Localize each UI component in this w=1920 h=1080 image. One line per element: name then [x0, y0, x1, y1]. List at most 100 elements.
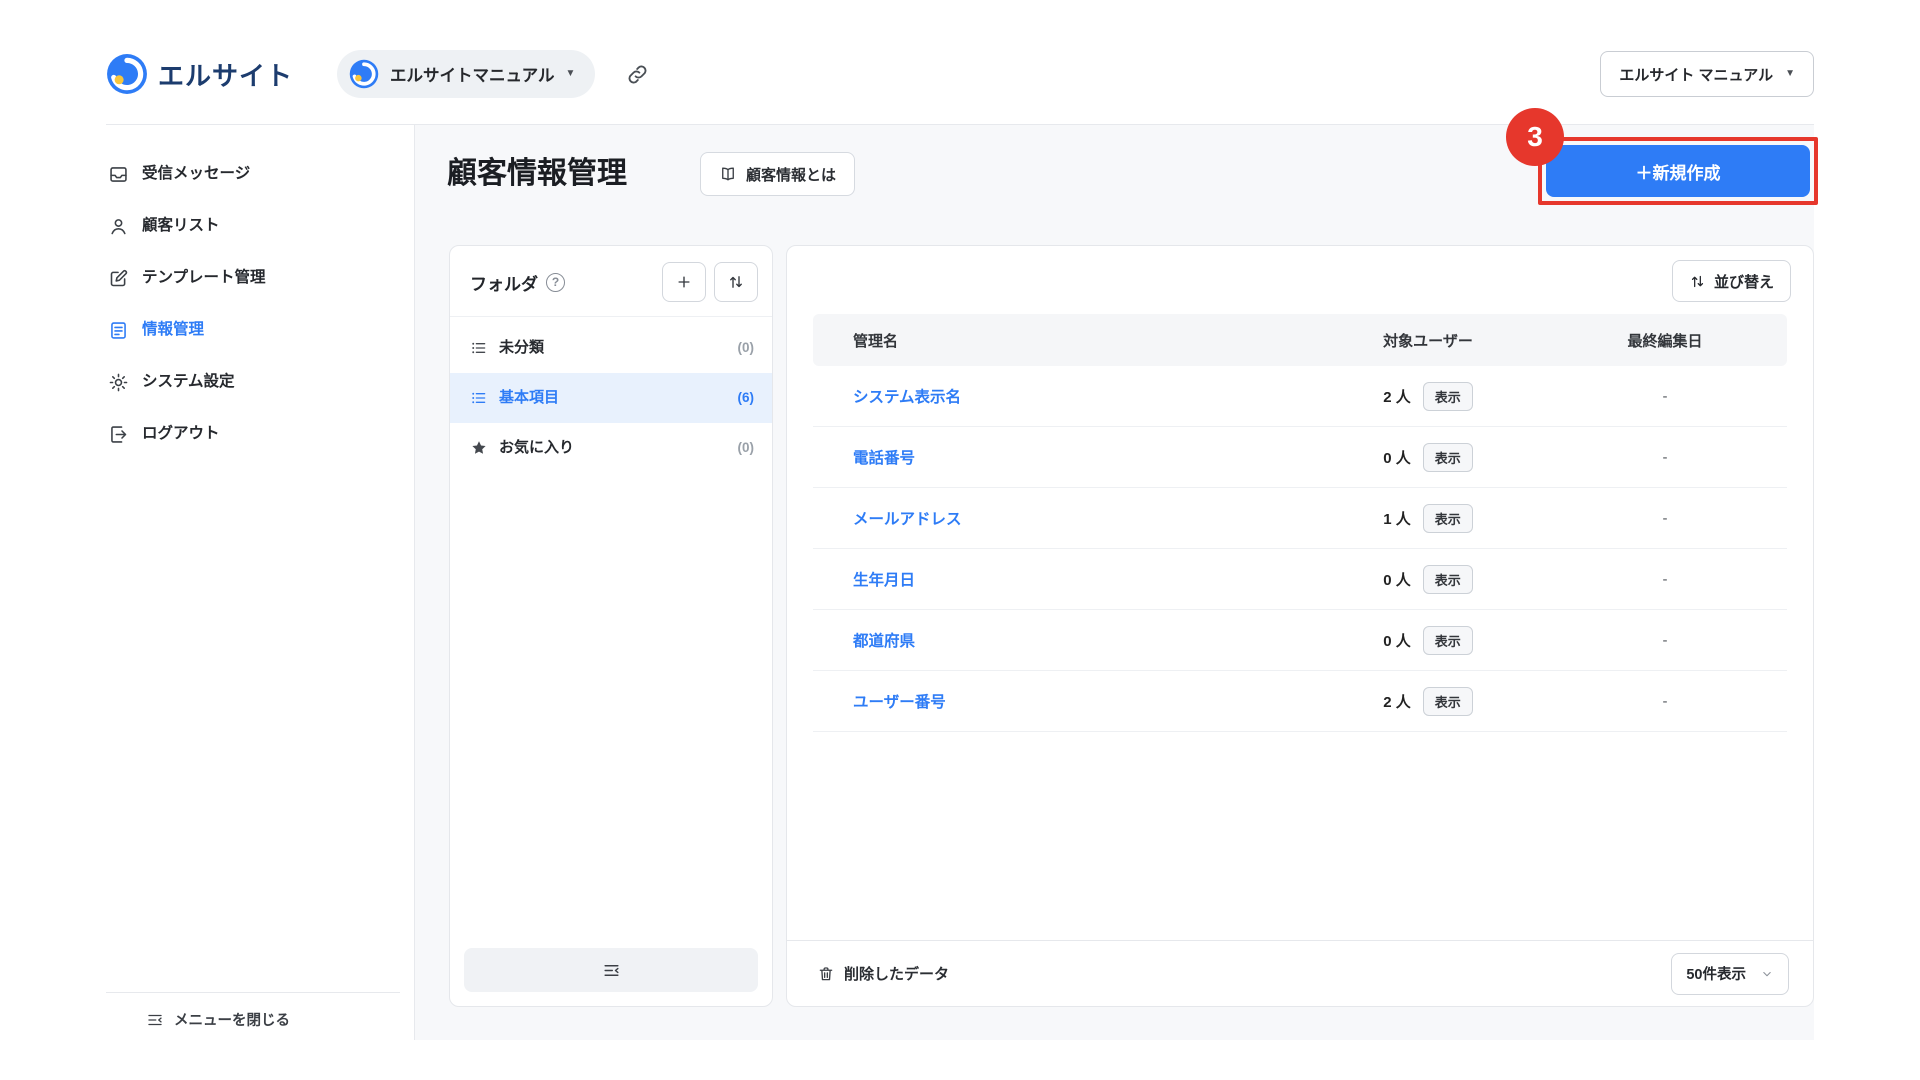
folder-item-count: (6): [737, 390, 755, 405]
close-menu-button[interactable]: メニューを閉じる: [106, 1009, 400, 1030]
account-selector[interactable]: エルサイトマニュアル ▼: [337, 50, 596, 98]
sidebar-divider: [414, 125, 415, 1040]
cell-users: 2 人表示: [1313, 686, 1543, 716]
cell-name: メールアドレス: [813, 507, 1313, 529]
create-new-button[interactable]: ＋新規作成: [1546, 145, 1810, 197]
cell-last-edited: -: [1662, 387, 1668, 405]
trash-icon: [817, 965, 835, 983]
folder-item-2[interactable]: お気に入り (0): [450, 423, 772, 473]
cell-users: 0 人表示: [1313, 625, 1543, 655]
row-name-link[interactable]: 生年月日: [853, 572, 915, 589]
sort-items-button[interactable]: 並び替え: [1671, 260, 1791, 302]
user-count: 1 人: [1383, 510, 1411, 528]
folder-item-label: 基本項目: [499, 389, 560, 406]
person-icon: [108, 216, 129, 237]
logout-icon: [108, 424, 129, 445]
template-icon: [108, 268, 129, 289]
list-icon: [470, 339, 488, 357]
cell-name: 都道府県: [813, 629, 1313, 651]
account-logo-icon: [349, 59, 379, 89]
info-button-label: 顧客情報とは: [746, 166, 837, 184]
cell-name: 生年月日: [813, 568, 1313, 590]
sidebar-item-5[interactable]: ログアウト: [106, 408, 406, 460]
page-title: 顧客情報管理: [447, 157, 627, 190]
sort-icon: [727, 273, 745, 291]
table-row-4: 都道府県 0 人表示 -: [813, 610, 1787, 671]
show-button[interactable]: 表示: [1422, 625, 1473, 655]
help-icon[interactable]: ?: [546, 272, 565, 292]
row-name-link[interactable]: 電話番号: [853, 450, 915, 467]
cell-users: 2 人表示: [1313, 381, 1543, 411]
user-count: 2 人: [1383, 388, 1411, 406]
user-count: 0 人: [1383, 449, 1411, 467]
deleted-data-label: 削除したデータ: [844, 966, 950, 983]
folder-item-label: お気に入り: [499, 439, 575, 456]
annotation-highlight: ＋新規作成: [1538, 137, 1818, 205]
folder-panel-footer: [450, 936, 772, 1006]
cell-name: システム表示名: [813, 385, 1313, 407]
folder-item-1[interactable]: 基本項目 (6): [450, 373, 772, 423]
user-count: 0 人: [1383, 571, 1411, 589]
sidebar-item-label: 情報管理: [142, 321, 205, 338]
page-size-select[interactable]: 50件表示: [1671, 952, 1789, 995]
folder-item-0[interactable]: 未分類 (0): [450, 323, 772, 373]
sidebar-item-label: 受信メッセージ: [142, 165, 251, 182]
table-toolbar: 並び替え: [787, 246, 1813, 314]
app-logo: エルサイト: [106, 53, 293, 95]
sidebar-item-0[interactable]: 受信メッセージ: [106, 148, 406, 200]
manual-menu-button[interactable]: エルサイト マニュアル ▼: [1600, 51, 1814, 97]
page-size-label: 50件表示: [1686, 967, 1746, 983]
table-body: システム表示名 2 人表示 - 電話番号 0 人表示 - メールアドレス 1 人表示 - 生年月日…: [787, 366, 1813, 732]
add-folder-button[interactable]: [662, 262, 706, 302]
row-name-link[interactable]: ユーザー番号: [853, 694, 946, 711]
folder-item-count: (0): [737, 440, 755, 455]
collapse-menu-icon: [146, 1011, 164, 1029]
gear-icon: [108, 372, 129, 393]
sidebar-item-4[interactable]: システム設定: [106, 356, 406, 408]
topbar: エルサイト エルサイトマニュアル ▼ エルサイト マニュアル ▼: [106, 46, 1814, 102]
folder-list: 未分類 (0) 基本項目 (6) お気に入り (0): [450, 317, 772, 936]
link-icon[interactable]: [625, 62, 650, 87]
logo-text: エルサイト: [158, 60, 294, 91]
brand-logo-icon: [106, 53, 148, 95]
show-button[interactable]: 表示: [1422, 503, 1473, 533]
row-name-link[interactable]: 都道府県: [853, 633, 915, 650]
folder-item-label: 未分類: [499, 339, 545, 356]
collapse-folder-panel-button[interactable]: [464, 948, 758, 992]
cell-name: 電話番号: [813, 446, 1313, 468]
deleted-data-button[interactable]: 削除したデータ: [811, 962, 955, 985]
cell-last-edited: -: [1662, 570, 1668, 588]
folder-panel: フォルダ ? 未分類 (0) 基本項目 (6) お気に入り (0): [449, 245, 773, 1007]
sidebar-item-label: ログアウト: [142, 425, 220, 442]
sidebar-item-3[interactable]: 情報管理: [106, 304, 406, 356]
page: エルサイト エルサイトマニュアル ▼ エルサイト マニュアル ▼ 受信メッセージ…: [0, 0, 1920, 1080]
chevron-down-icon: [1760, 967, 1774, 981]
table-row-1: 電話番号 0 人表示 -: [813, 427, 1787, 488]
row-name-link[interactable]: メールアドレス: [853, 511, 962, 528]
sidebar-item-label: システム設定: [142, 373, 235, 390]
close-menu-label: メニューを閉じる: [174, 1013, 290, 1029]
customer-info-help-button[interactable]: 顧客情報とは: [700, 152, 856, 196]
row-name-link[interactable]: システム表示名: [853, 389, 961, 406]
show-button[interactable]: 表示: [1422, 442, 1473, 472]
cell-last-edited: -: [1662, 692, 1668, 710]
sidebar-item-1[interactable]: 顧客リスト: [106, 200, 406, 252]
account-name: エルサイトマニュアル: [390, 67, 555, 85]
folder-panel-title: フォルダ: [470, 274, 538, 294]
inbox-icon: [108, 164, 129, 185]
manual-menu-label: エルサイト マニュアル: [1619, 66, 1774, 84]
annotation-step-badge: 3: [1506, 108, 1564, 166]
caret-down-icon: ▼: [1785, 68, 1795, 79]
show-button[interactable]: 表示: [1422, 381, 1473, 411]
show-button[interactable]: 表示: [1422, 686, 1473, 716]
sidebar-footer: メニューを閉じる: [106, 992, 400, 1030]
sort-folders-button[interactable]: [714, 262, 758, 302]
folder-panel-header: フォルダ ?: [450, 246, 772, 317]
star-icon: [470, 439, 488, 457]
table-row-3: 生年月日 0 人表示 -: [813, 549, 1787, 610]
show-button[interactable]: 表示: [1422, 564, 1473, 594]
cell-users: 0 人表示: [1313, 564, 1543, 594]
user-count: 2 人: [1383, 693, 1411, 711]
sidebar-item-2[interactable]: テンプレート管理: [106, 252, 406, 304]
